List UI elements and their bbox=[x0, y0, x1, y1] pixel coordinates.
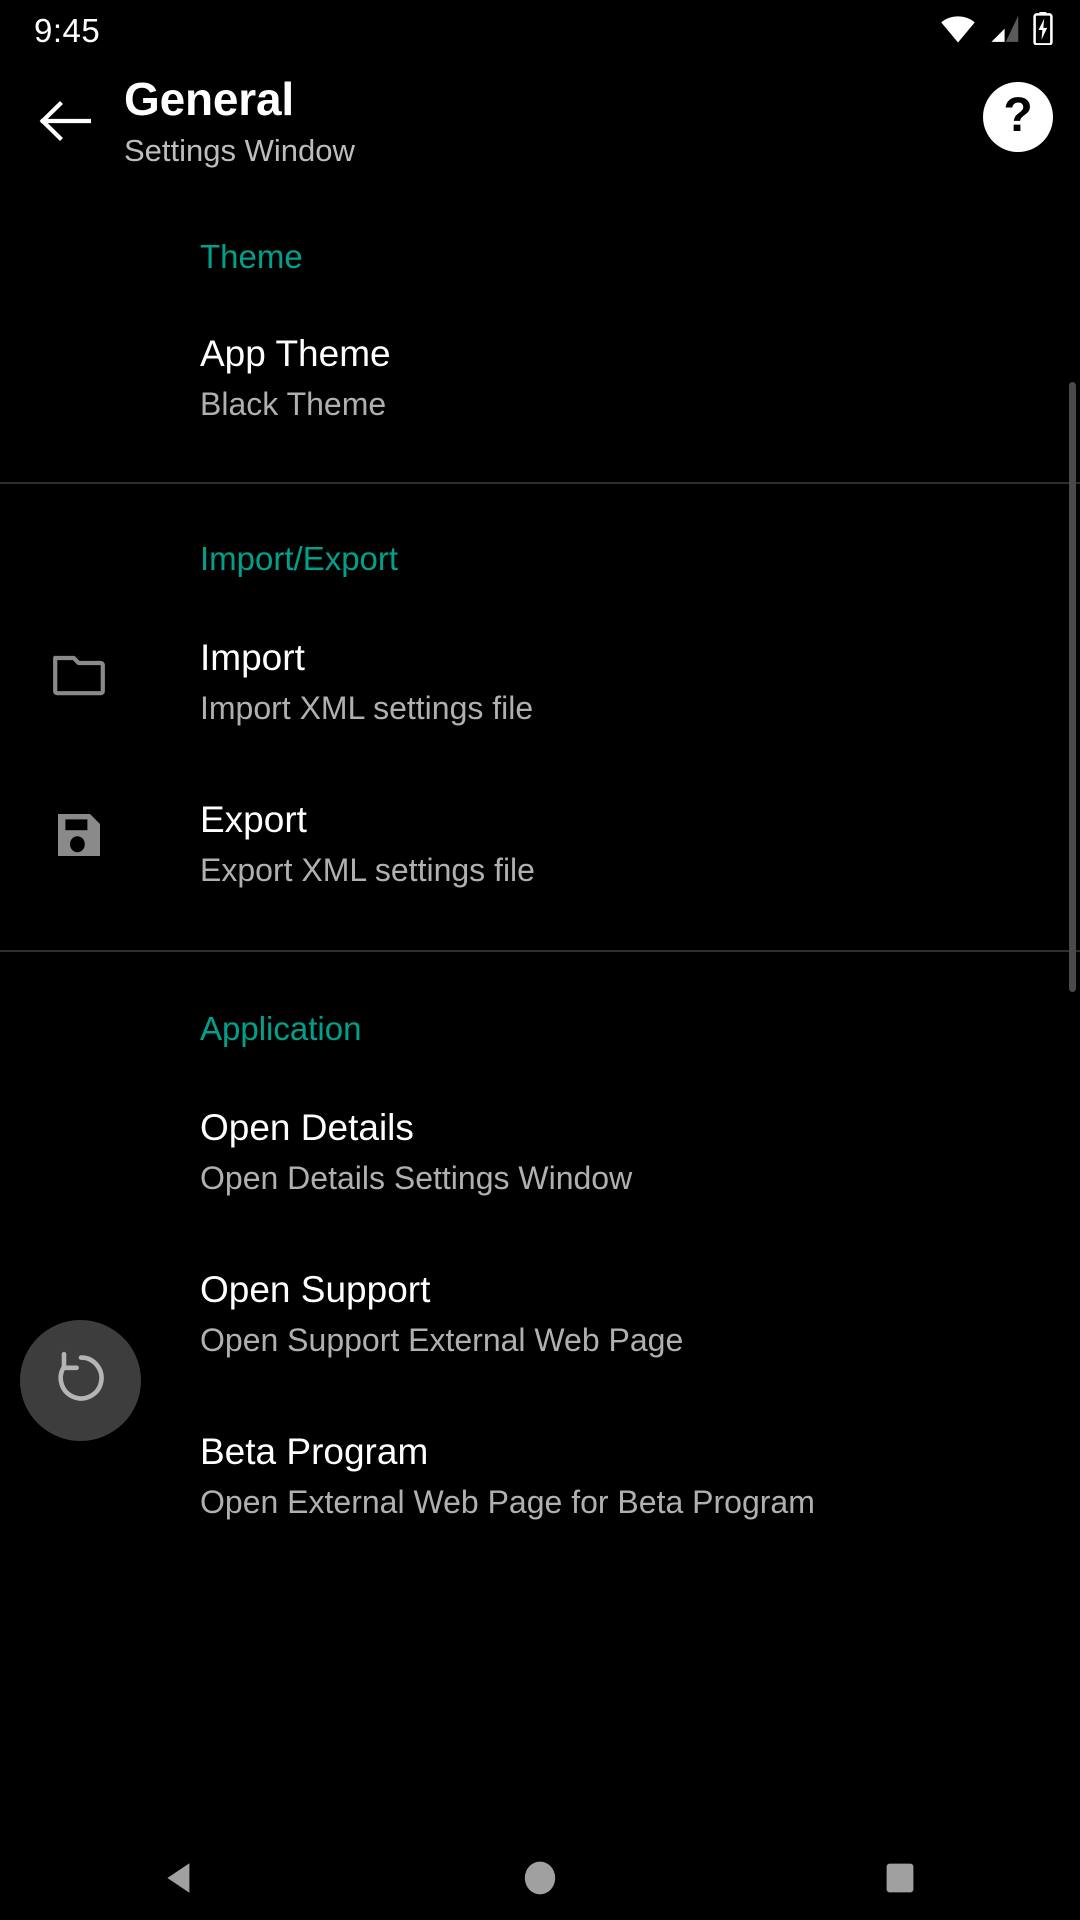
list-item-title: Export bbox=[200, 799, 307, 840]
nav-recents-button[interactable] bbox=[840, 1840, 960, 1920]
list-item-title: Import bbox=[200, 637, 305, 678]
cellular-signal-icon bbox=[987, 14, 1021, 49]
page-subtitle: Settings Window bbox=[124, 133, 355, 168]
arrow-left-icon bbox=[39, 100, 92, 147]
phone-screen: 9:45 General Settings Window ? Theme App… bbox=[0, 0, 1080, 1920]
list-item-subtitle: Export XML settings file bbox=[200, 852, 535, 888]
list-item-title: Open Details bbox=[200, 1107, 414, 1148]
page-title: General bbox=[124, 73, 294, 125]
nav-home-button[interactable] bbox=[480, 1840, 600, 1920]
list-item-subtitle: Black Theme bbox=[200, 386, 387, 422]
scrollbar-track[interactable] bbox=[1069, 190, 1078, 1610]
list-item-title: Open Support bbox=[200, 1269, 431, 1310]
list-item-app-theme[interactable]: App Theme Black Theme bbox=[0, 330, 1080, 482]
settings-scroll-container[interactable]: Theme App Theme Black Theme Import/Expor… bbox=[0, 186, 1080, 1840]
list-item-open-details[interactable]: Open Details Open Details Settings Windo… bbox=[0, 1104, 1080, 1200]
list-item-title: App Theme bbox=[200, 333, 391, 374]
status-bar-clock: 9:45 bbox=[34, 12, 101, 49]
section-header-import-export: Import/Export bbox=[200, 540, 399, 577]
section-application: Application Open Details Open Details Se… bbox=[0, 952, 1080, 1524]
status-bar: 9:45 bbox=[0, 0, 1080, 62]
help-question-glyph: ? bbox=[1003, 89, 1033, 142]
list-item-subtitle: Open Support External Web Page bbox=[200, 1322, 684, 1358]
list-item-subtitle: Open External Web Page for Beta Program bbox=[200, 1484, 815, 1520]
section-header-application: Application bbox=[200, 1010, 362, 1047]
list-item-beta-program[interactable]: Beta Program Open External Web Page for … bbox=[0, 1428, 1080, 1524]
status-bar-icons bbox=[940, 12, 1054, 50]
nav-back-triangle-icon bbox=[161, 1859, 199, 1902]
app-bar-titles: General Settings Window bbox=[124, 70, 355, 172]
restore-defaults-fab[interactable] bbox=[20, 1320, 141, 1441]
save-floppy-icon bbox=[52, 808, 106, 862]
battery-charging-icon bbox=[1032, 12, 1054, 50]
system-navigation-bar bbox=[0, 1840, 1080, 1920]
restore-undo-icon bbox=[52, 1349, 110, 1412]
section-theme: Theme App Theme Black Theme bbox=[0, 186, 1080, 482]
folder-icon bbox=[52, 646, 106, 700]
scrollbar-thumb[interactable] bbox=[1069, 382, 1076, 992]
list-item-open-support[interactable]: Open Support Open Support External Web P… bbox=[0, 1266, 1080, 1362]
nav-back-button[interactable] bbox=[120, 1840, 240, 1920]
section-import-export: Import/Export Import Import XML settings… bbox=[0, 484, 1080, 950]
list-item-export[interactable]: Export Export XML settings file bbox=[0, 796, 1080, 950]
back-button[interactable] bbox=[30, 88, 100, 158]
wifi-icon bbox=[940, 14, 976, 49]
list-item-title: Beta Program bbox=[200, 1431, 429, 1472]
nav-home-circle-icon bbox=[521, 1859, 559, 1902]
list-item-subtitle: Import XML settings file bbox=[200, 690, 534, 726]
app-bar: General Settings Window ? bbox=[0, 62, 1080, 186]
list-item-import[interactable]: Import Import XML settings file bbox=[0, 634, 1080, 730]
nav-recents-square-icon bbox=[881, 1859, 919, 1902]
section-header-theme: Theme bbox=[200, 238, 303, 275]
list-item-subtitle: Open Details Settings Window bbox=[200, 1160, 633, 1196]
help-circle-icon[interactable]: ? bbox=[983, 82, 1053, 152]
